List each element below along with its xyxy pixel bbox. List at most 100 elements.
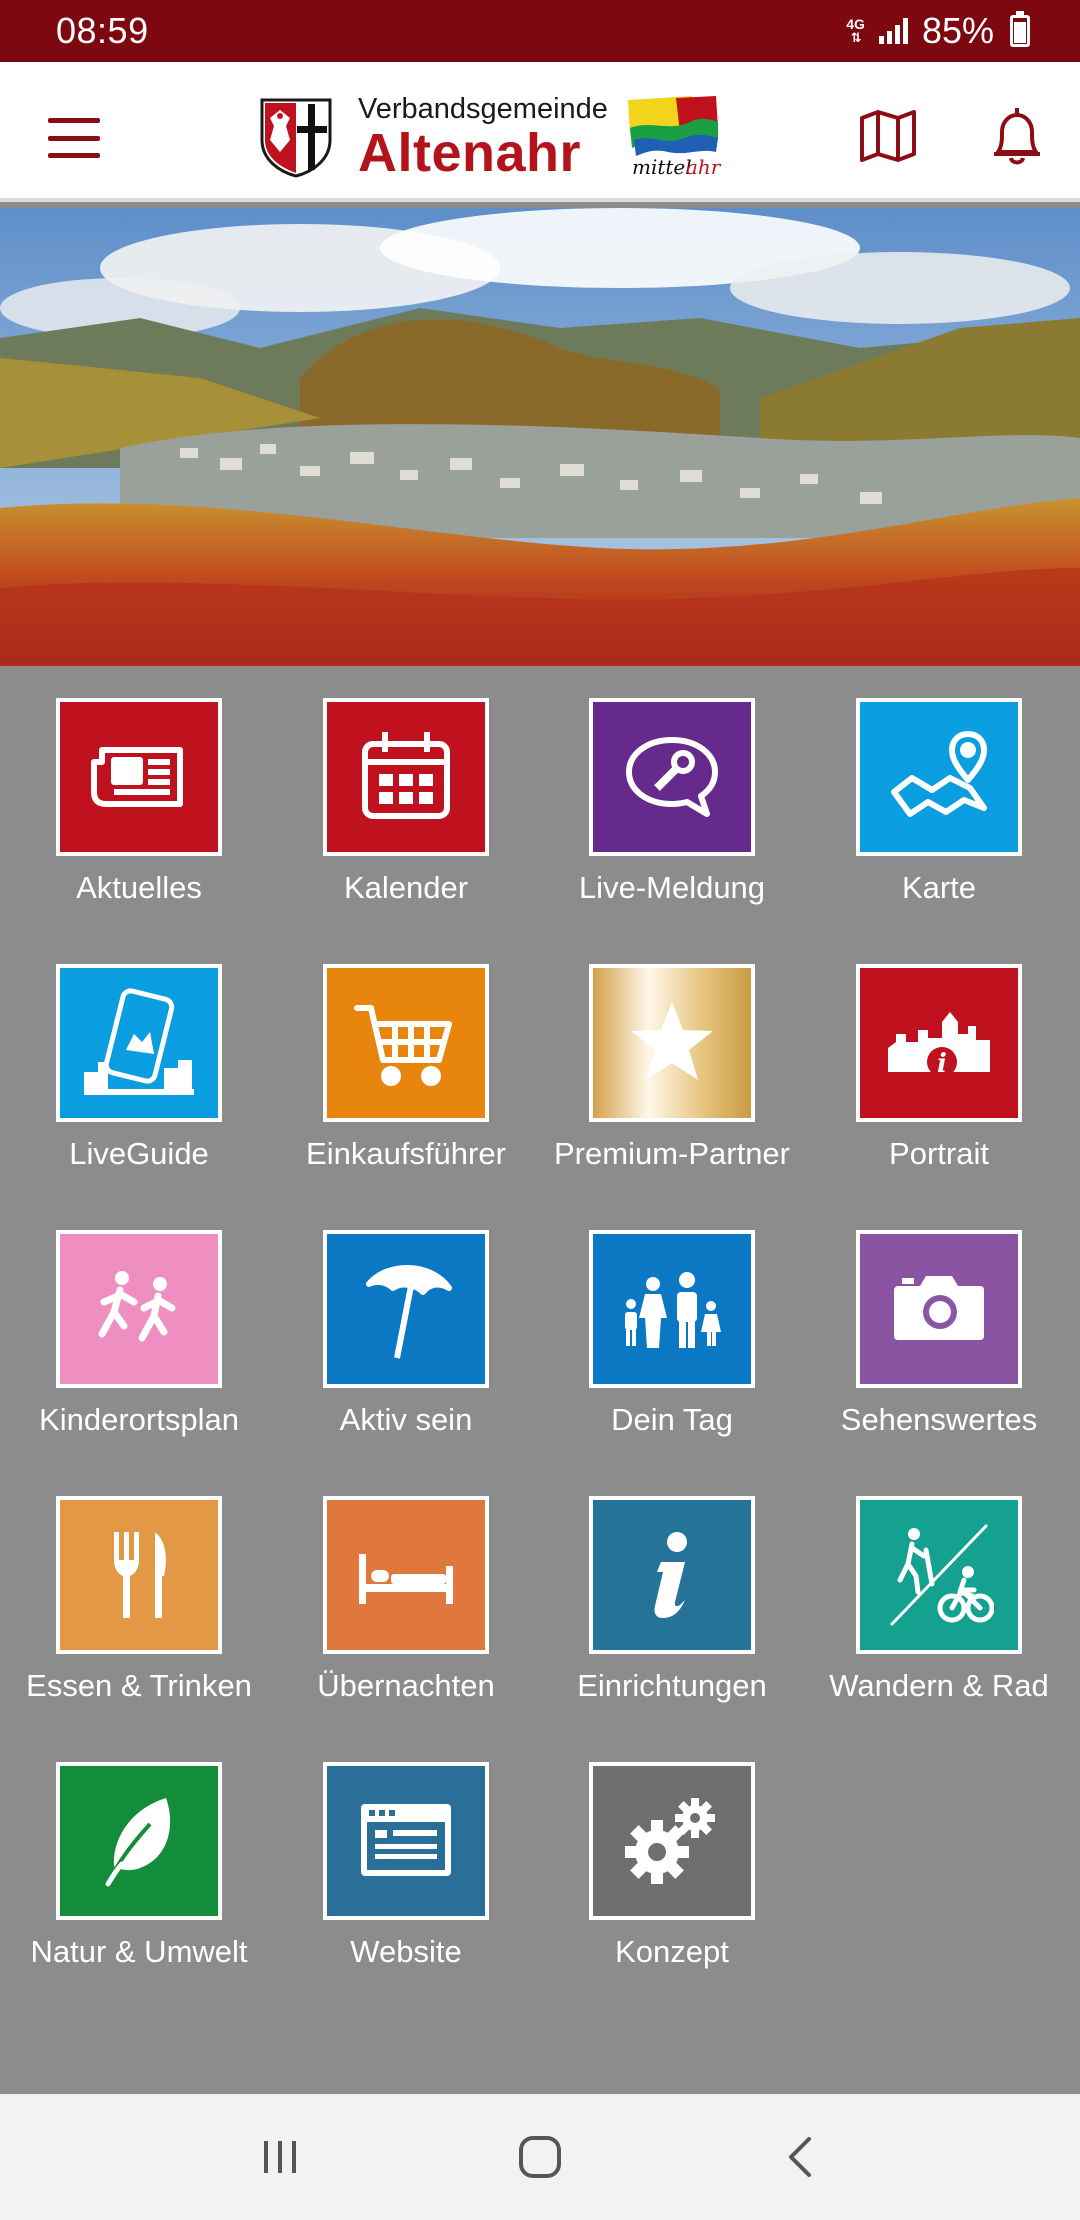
tile-website-box[interactable] [323, 1762, 489, 1920]
fork-knife-icon [114, 1532, 166, 1618]
tile-portrait[interactable]: i Portrait [806, 932, 1072, 1172]
cart-icon [354, 1005, 452, 1086]
tile-wandern-rad-box[interactable] [856, 1496, 1022, 1654]
status-bar: 08:59 4G ⇅ 85% [0, 0, 1080, 62]
tile-kalender-box[interactable] [323, 698, 489, 856]
tile-label: LiveGuide [69, 1136, 209, 1171]
tile-essen-trinken[interactable]: Essen & Trinken [6, 1464, 272, 1704]
tile-konzept-box[interactable] [589, 1762, 755, 1920]
back-icon [789, 2137, 811, 2177]
tile-einkaufsfuehrer-box[interactable] [323, 964, 489, 1122]
tile-konzept[interactable]: Konzept [539, 1730, 805, 1970]
tile-label: Premium-Partner [554, 1136, 790, 1171]
beach-umbrella-icon [366, 1265, 452, 1359]
signal-icon [878, 18, 908, 44]
tile-aktuelles-box[interactable] [56, 698, 222, 856]
tile-portrait-box[interactable]: i [856, 964, 1022, 1122]
back-button[interactable] [770, 2127, 830, 2187]
tile-label: Sehenswertes [840, 1402, 1038, 1437]
recents-button[interactable] [250, 2127, 310, 2187]
tile-grid: Aktuelles Kalender Live-Meldung Karte Li… [0, 666, 1080, 2094]
camera-icon [894, 1276, 984, 1340]
tile-karte[interactable]: Karte [806, 666, 1072, 906]
star-icon [631, 1002, 713, 1080]
status-icons: 4G ⇅ 85% [846, 10, 1030, 52]
tile-label: Kinderortsplan [39, 1402, 239, 1437]
tile-uebernachten[interactable]: Übernachten [273, 1464, 539, 1704]
tile-label: Einkaufsführer [306, 1136, 506, 1171]
tile-uebernachten-box[interactable] [323, 1496, 489, 1654]
tile-einkaufsfuehrer[interactable]: Einkaufsführer [273, 932, 539, 1172]
tile-liveguide[interactable]: LiveGuide [6, 932, 272, 1172]
map-pin-icon [891, 731, 987, 817]
phone-city-icon [84, 988, 194, 1095]
town-info-icon: i [888, 1012, 990, 1079]
svg-text:ahr: ahr [686, 155, 722, 179]
tile-sehenswertes-box[interactable] [856, 1230, 1022, 1388]
tile-label: Konzept [615, 1934, 729, 1969]
family-icon [625, 1272, 721, 1348]
tile-kalender[interactable]: Kalender [273, 666, 539, 906]
battery-percent: 85% [921, 10, 994, 51]
tile-label: Essen & Trinken [26, 1668, 252, 1703]
newspaper-icon [91, 747, 183, 807]
svg-text:mittel: mittel [632, 155, 692, 179]
tile-label: Natur & Umwelt [30, 1934, 248, 1969]
status-time: 08:59 [56, 10, 149, 51]
tile-kinderortsplan[interactable]: Kinderortsplan [6, 1198, 272, 1438]
tile-live-meldung[interactable]: Live-Meldung [539, 666, 805, 906]
tile-einrichtungen[interactable]: Einrichtungen [539, 1464, 805, 1704]
tile-sehenswertes[interactable]: Sehenswertes [806, 1198, 1072, 1438]
tile-natur-umwelt-box[interactable] [56, 1762, 222, 1920]
calendar-icon [362, 732, 450, 819]
tile-aktuelles[interactable]: Aktuelles [6, 666, 272, 906]
bell-icon[interactable] [988, 104, 1046, 168]
coat-of-arms-icon [260, 98, 332, 178]
tile-label: Karte [901, 870, 977, 905]
tile-label: Wandern & Rad [829, 1668, 1049, 1703]
menu-button[interactable] [48, 118, 100, 158]
battery-icon [1010, 11, 1030, 47]
tile-label: Live-Meldung [578, 870, 766, 905]
network-type: 4G [846, 16, 865, 32]
tile-label: Kalender [343, 870, 469, 905]
map-icon[interactable] [858, 108, 918, 164]
app-logo: Verbandsgemeinde Altenahr mittel ahr [258, 92, 722, 182]
tile-premium-partner[interactable]: Premium-Partner [539, 932, 805, 1172]
hero-landscape-image [0, 208, 1080, 666]
tile-einrichtungen-box[interactable] [589, 1496, 755, 1654]
tile-label: Einrichtungen [577, 1668, 767, 1703]
tile-premium-partner-box[interactable] [589, 964, 755, 1122]
browser-icon [361, 1804, 451, 1876]
tile-aktiv-sein-box[interactable] [323, 1230, 489, 1388]
tile-label: Portrait [889, 1136, 989, 1171]
logo-subtitle: Verbandsgemeinde [358, 92, 608, 125]
home-icon [519, 2136, 561, 2178]
hike-bike-icon [890, 1524, 994, 1626]
tile-liveguide-box[interactable] [56, 964, 222, 1122]
tile-dein-tag-box[interactable] [589, 1230, 755, 1388]
tile-essen-trinken-box[interactable] [56, 1496, 222, 1654]
tile-natur-umwelt[interactable]: Natur & Umwelt [6, 1730, 272, 1970]
mittelahr-logo: mittel ahr [627, 96, 722, 179]
gears-icon [625, 1798, 715, 1884]
logo-title: Altenahr [358, 122, 582, 183]
wrench-chat-icon [626, 737, 718, 817]
tile-wandern-rad[interactable]: Wandern & Rad [806, 1464, 1072, 1704]
svg-text:i: i [937, 1049, 947, 1079]
tile-dein-tag[interactable]: Dein Tag [539, 1198, 805, 1438]
tile-aktiv-sein[interactable]: Aktiv sein [273, 1198, 539, 1438]
info-icon [654, 1532, 687, 1618]
tile-kinderortsplan-box[interactable] [56, 1230, 222, 1388]
tile-website[interactable]: Website [273, 1730, 539, 1970]
network-icon: 4G ⇅ [846, 16, 865, 45]
system-nav-bar [0, 2094, 1080, 2220]
recents-icon [264, 2141, 296, 2173]
home-button[interactable] [510, 2127, 570, 2187]
leaf-icon [105, 1798, 171, 1887]
children-running-icon [98, 1271, 176, 1342]
tile-live-meldung-box[interactable] [589, 698, 755, 856]
tile-karte-box[interactable] [856, 698, 1022, 856]
tile-label: Aktuelles [76, 870, 202, 905]
tile-label: Übernachten [317, 1668, 495, 1703]
